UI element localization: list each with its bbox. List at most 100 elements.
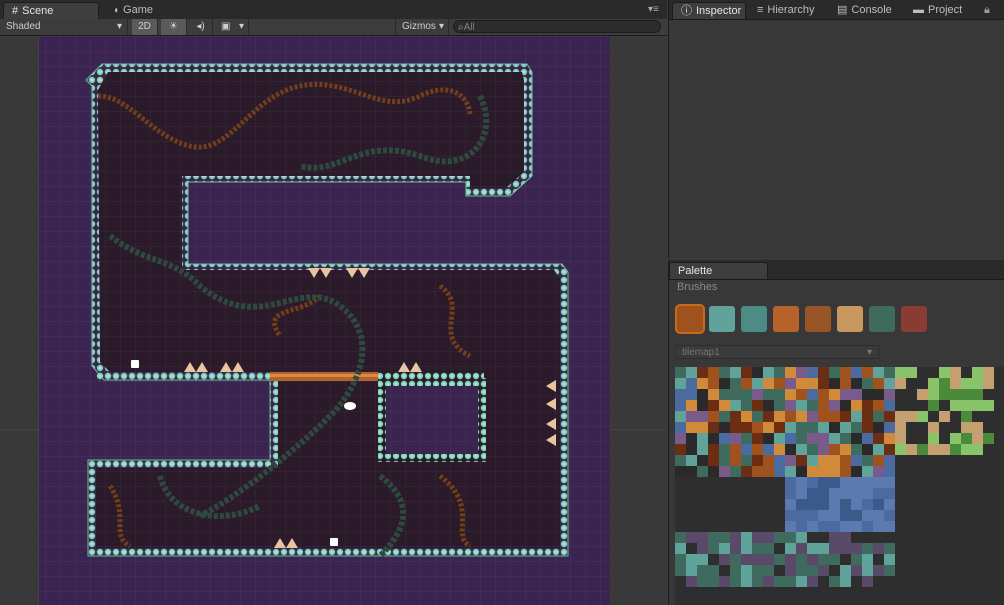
tile[interactable] xyxy=(807,455,818,466)
tile[interactable] xyxy=(840,477,851,488)
tile[interactable] xyxy=(785,455,796,466)
tile[interactable] xyxy=(873,488,884,499)
tile[interactable] xyxy=(983,499,994,510)
tile[interactable] xyxy=(873,444,884,455)
tile[interactable] xyxy=(785,576,796,587)
tile[interactable] xyxy=(862,367,873,378)
tile[interactable] xyxy=(829,499,840,510)
tile[interactable] xyxy=(774,422,785,433)
tile[interactable] xyxy=(774,378,785,389)
tile[interactable] xyxy=(862,554,873,565)
tile[interactable] xyxy=(961,532,972,543)
tile[interactable] xyxy=(928,488,939,499)
tile[interactable] xyxy=(741,565,752,576)
tile[interactable] xyxy=(686,565,697,576)
tile[interactable] xyxy=(675,565,686,576)
tile[interactable] xyxy=(807,367,818,378)
tile[interactable] xyxy=(972,411,983,422)
tile[interactable] xyxy=(741,444,752,455)
tile[interactable] xyxy=(972,455,983,466)
tile[interactable] xyxy=(785,510,796,521)
tile[interactable] xyxy=(895,477,906,488)
tile[interactable] xyxy=(697,411,708,422)
tile[interactable] xyxy=(741,400,752,411)
tile[interactable] xyxy=(851,521,862,532)
tile[interactable] xyxy=(939,499,950,510)
tile[interactable] xyxy=(884,422,895,433)
tile[interactable] xyxy=(862,444,873,455)
tile[interactable] xyxy=(972,433,983,444)
tile[interactable] xyxy=(741,488,752,499)
tile[interactable] xyxy=(796,378,807,389)
tile[interactable] xyxy=(686,543,697,554)
tile[interactable] xyxy=(906,455,917,466)
tile[interactable] xyxy=(950,455,961,466)
tile[interactable] xyxy=(895,576,906,587)
tile[interactable] xyxy=(763,499,774,510)
tile[interactable] xyxy=(774,543,785,554)
tile[interactable] xyxy=(774,532,785,543)
tile[interactable] xyxy=(719,455,730,466)
tile[interactable] xyxy=(862,565,873,576)
tile[interactable] xyxy=(961,477,972,488)
tile[interactable] xyxy=(697,433,708,444)
tile[interactable] xyxy=(785,422,796,433)
tile[interactable] xyxy=(774,400,785,411)
tile[interactable] xyxy=(873,466,884,477)
tile[interactable] xyxy=(741,499,752,510)
tile[interactable] xyxy=(983,466,994,477)
tile[interactable] xyxy=(840,378,851,389)
tile[interactable] xyxy=(763,477,774,488)
tile[interactable] xyxy=(818,455,829,466)
tile[interactable] xyxy=(785,521,796,532)
tile[interactable] xyxy=(675,411,686,422)
tile[interactable] xyxy=(972,466,983,477)
tile[interactable] xyxy=(862,576,873,587)
tile[interactable] xyxy=(906,554,917,565)
tile[interactable] xyxy=(928,576,939,587)
tile[interactable] xyxy=(884,565,895,576)
tile[interactable] xyxy=(862,378,873,389)
tile[interactable] xyxy=(796,433,807,444)
tile[interactable] xyxy=(829,565,840,576)
tile[interactable] xyxy=(862,455,873,466)
tile[interactable] xyxy=(950,477,961,488)
tile[interactable] xyxy=(851,455,862,466)
tile[interactable] xyxy=(961,367,972,378)
tile[interactable] xyxy=(785,543,796,554)
tile[interactable] xyxy=(895,565,906,576)
tile[interactable] xyxy=(961,422,972,433)
tile[interactable] xyxy=(983,488,994,499)
tile[interactable] xyxy=(840,411,851,422)
tile[interactable] xyxy=(972,521,983,532)
tile[interactable] xyxy=(752,576,763,587)
tile[interactable] xyxy=(741,576,752,587)
tile[interactable] xyxy=(730,510,741,521)
tile[interactable] xyxy=(708,576,719,587)
tile[interactable] xyxy=(675,455,686,466)
tile[interactable] xyxy=(807,510,818,521)
tile[interactable] xyxy=(708,455,719,466)
tile[interactable] xyxy=(697,378,708,389)
tile[interactable] xyxy=(697,488,708,499)
tile[interactable] xyxy=(950,532,961,543)
tile[interactable] xyxy=(708,433,719,444)
tile[interactable] xyxy=(917,455,928,466)
tile[interactable] xyxy=(686,400,697,411)
tile[interactable] xyxy=(895,510,906,521)
tile[interactable] xyxy=(807,378,818,389)
tile[interactable] xyxy=(686,444,697,455)
tile[interactable] xyxy=(686,455,697,466)
tab-scene[interactable]: # Scene xyxy=(3,2,99,19)
tile[interactable] xyxy=(774,389,785,400)
tile[interactable] xyxy=(796,455,807,466)
tile[interactable] xyxy=(961,378,972,389)
tile[interactable] xyxy=(950,444,961,455)
tile[interactable] xyxy=(697,554,708,565)
tile[interactable] xyxy=(851,565,862,576)
tile[interactable] xyxy=(840,510,851,521)
tile[interactable] xyxy=(730,455,741,466)
tile[interactable] xyxy=(950,521,961,532)
orange-round-brush[interactable] xyxy=(805,306,831,332)
tile[interactable] xyxy=(719,488,730,499)
